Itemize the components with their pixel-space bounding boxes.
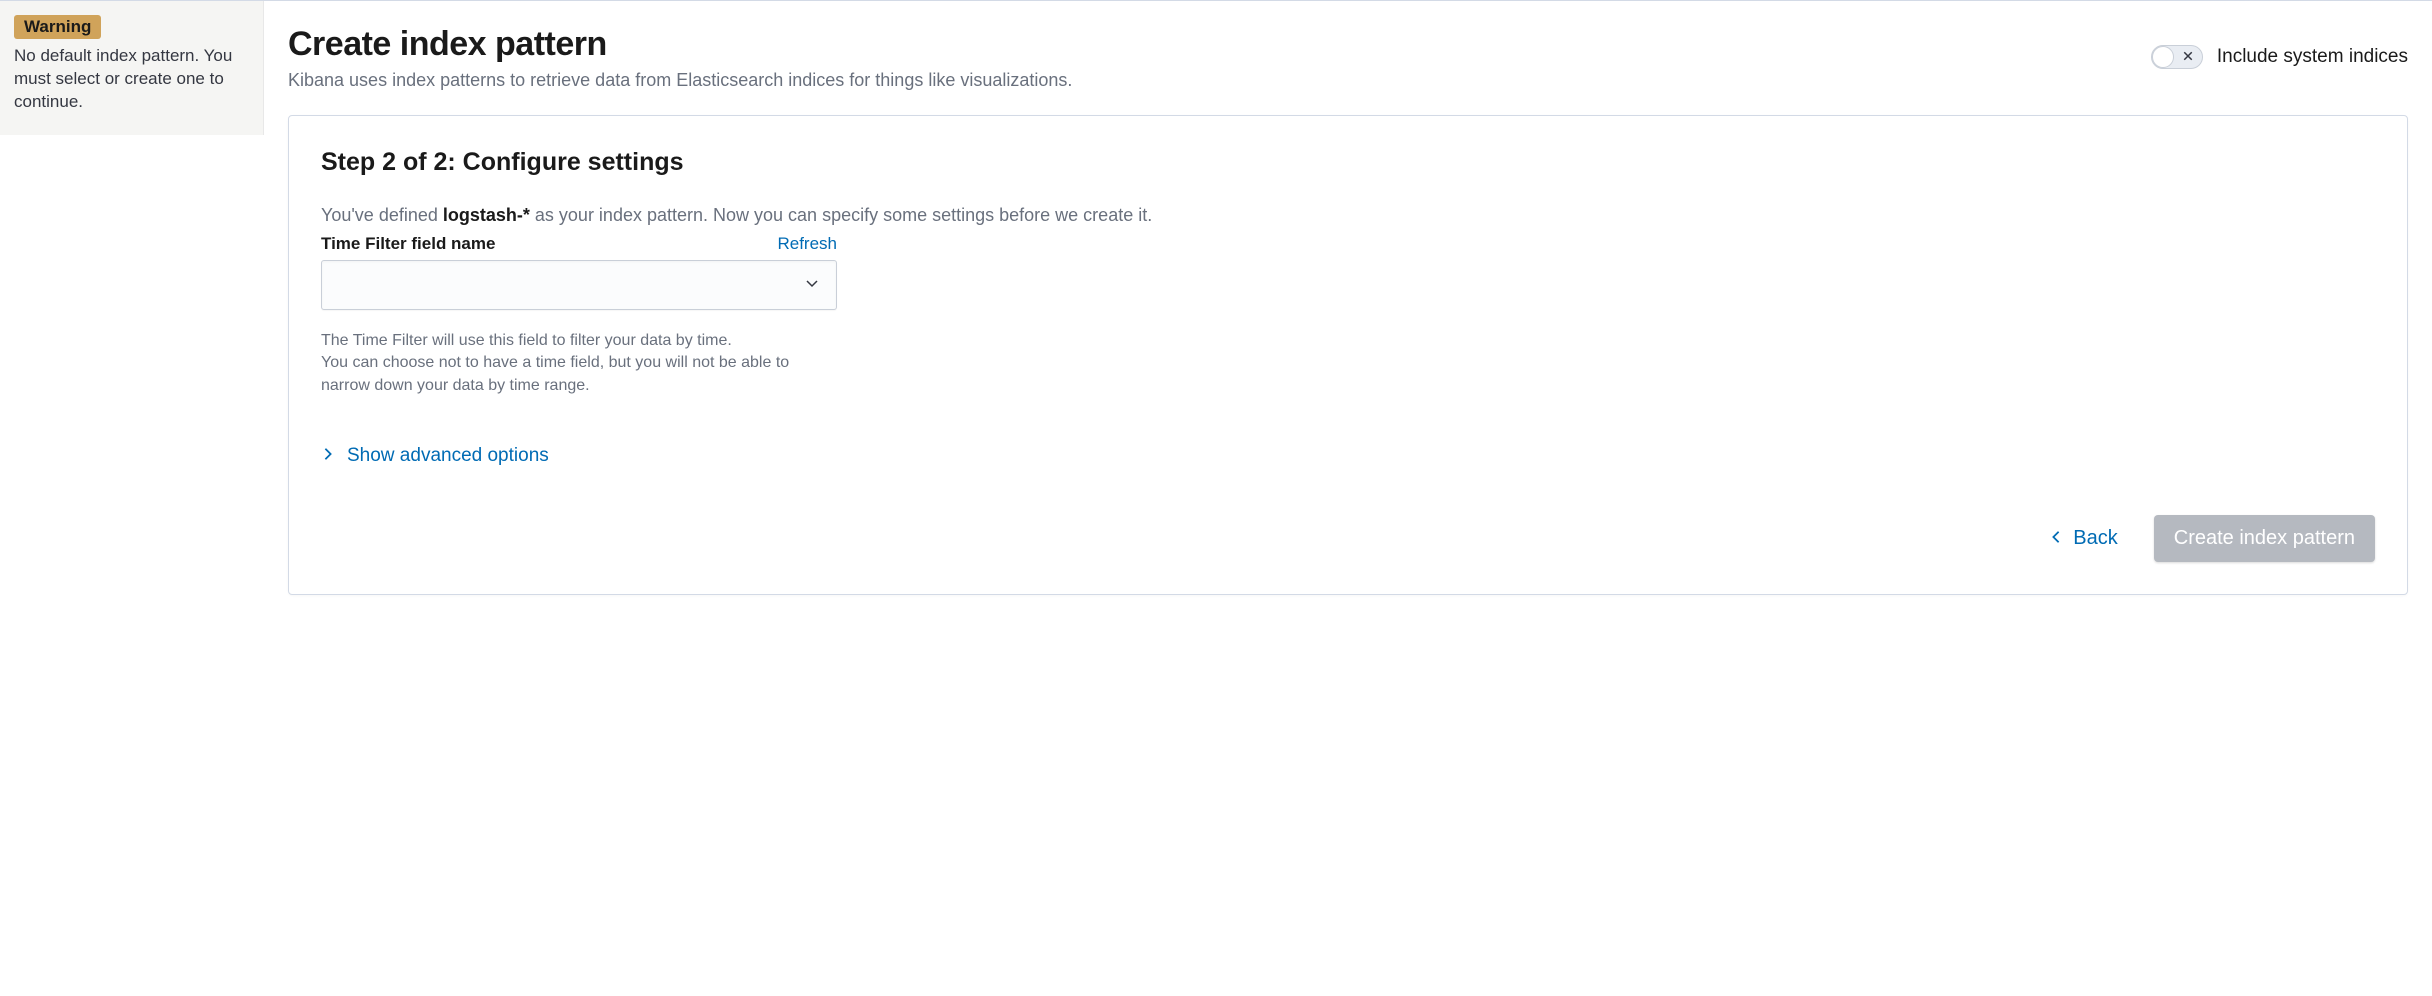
warning-badge: Warning xyxy=(14,15,101,39)
main-content: Create index pattern Kibana uses index p… xyxy=(264,1,2432,996)
back-button-label: Back xyxy=(2073,527,2117,550)
chevron-down-icon xyxy=(804,275,820,296)
back-button[interactable]: Back xyxy=(2037,517,2129,560)
create-index-pattern-button[interactable]: Create index pattern xyxy=(2154,515,2375,562)
index-pattern-name: logstash-* xyxy=(443,205,530,225)
refresh-link[interactable]: Refresh xyxy=(777,234,837,254)
include-system-indices-toggle[interactable] xyxy=(2151,45,2203,69)
page-header: Create index pattern Kibana uses index p… xyxy=(288,25,2408,91)
step-description: You've defined logstash-* as your index … xyxy=(321,205,2375,226)
step-desc-prefix: You've defined xyxy=(321,205,443,225)
help-line-2: You can choose not to have a time field,… xyxy=(321,352,837,397)
cross-icon xyxy=(2182,50,2194,64)
sidebar-warning-panel: Warning No default index pattern. You mu… xyxy=(0,1,264,135)
page-subtitle: Kibana uses index patterns to retrieve d… xyxy=(288,70,1072,91)
step-desc-suffix: as your index pattern. Now you can speci… xyxy=(530,205,1152,225)
page-header-left: Create index pattern Kibana uses index p… xyxy=(288,25,1072,91)
time-filter-field-row: Time Filter field name Refresh xyxy=(321,234,837,254)
chevron-right-icon xyxy=(321,447,335,466)
time-filter-help-text: The Time Filter will use this field to f… xyxy=(321,330,837,397)
step-panel: Step 2 of 2: Configure settings You've d… xyxy=(288,115,2408,595)
page-container: Warning No default index pattern. You mu… xyxy=(0,0,2432,996)
toggle-thumb xyxy=(2152,46,2174,68)
warning-text: No default index pattern. You must selec… xyxy=(14,45,249,114)
help-line-1: The Time Filter will use this field to f… xyxy=(321,330,837,352)
time-filter-field-select[interactable] xyxy=(321,260,837,310)
show-advanced-options-label: Show advanced options xyxy=(347,445,549,467)
show-advanced-options-button[interactable]: Show advanced options xyxy=(321,445,2375,467)
include-system-indices-label: Include system indices xyxy=(2217,46,2408,68)
panel-footer: Back Create index pattern xyxy=(321,515,2375,562)
include-system-indices-toggle-wrap: Include system indices xyxy=(2151,45,2408,69)
time-filter-field-label: Time Filter field name xyxy=(321,234,495,254)
page-title: Create index pattern xyxy=(288,25,1072,64)
chevron-left-icon xyxy=(2049,527,2063,550)
step-title: Step 2 of 2: Configure settings xyxy=(321,148,2375,177)
